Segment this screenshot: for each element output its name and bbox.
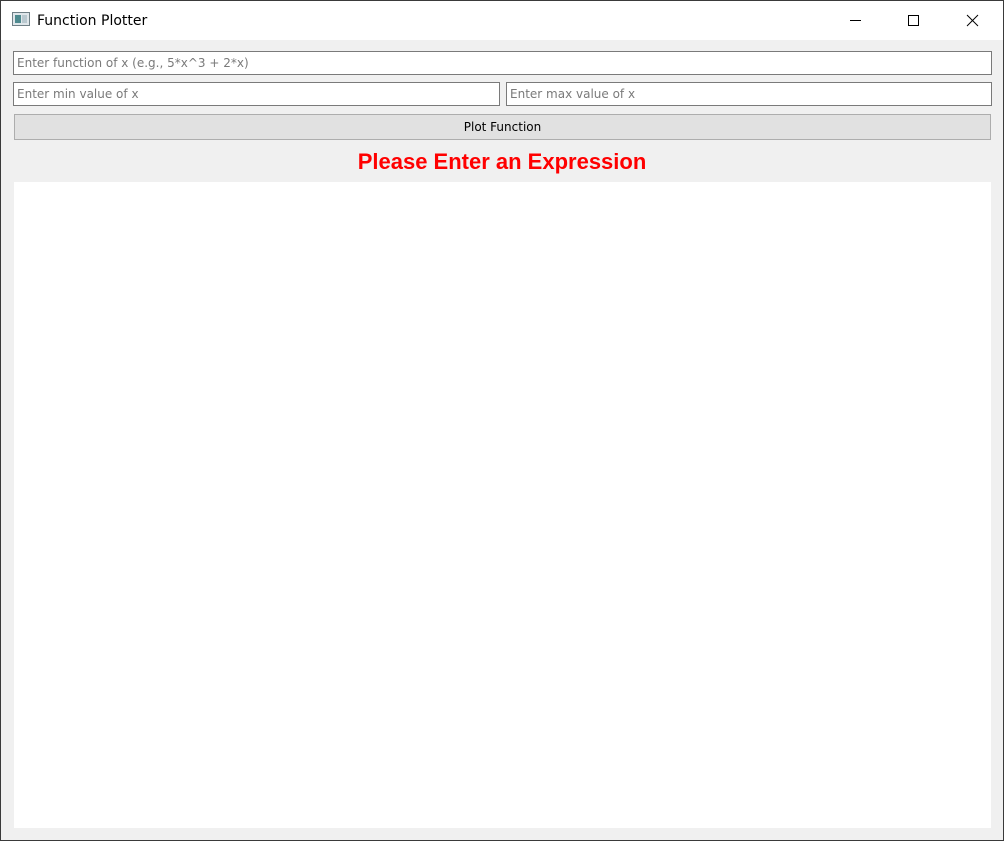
title-bar[interactable]: Function Plotter <box>1 1 1003 40</box>
close-icon <box>966 14 979 27</box>
close-button[interactable] <box>944 1 1002 40</box>
minimize-icon <box>850 20 861 21</box>
plot-canvas[interactable] <box>14 182 991 828</box>
min-x-input[interactable] <box>13 82 500 106</box>
minimize-button[interactable] <box>827 1 885 40</box>
status-message: Please Enter an Expression <box>357 149 647 174</box>
app-window-icon <box>12 12 30 26</box>
maximize-icon <box>908 15 919 26</box>
app-window: Function Plotter Plot Function Please En… <box>0 0 1004 841</box>
max-x-input[interactable] <box>506 82 992 106</box>
function-input[interactable] <box>13 51 992 75</box>
plot-function-button[interactable]: Plot Function <box>14 114 991 140</box>
window-title: Function Plotter <box>37 13 148 29</box>
maximize-button[interactable] <box>885 1 943 40</box>
